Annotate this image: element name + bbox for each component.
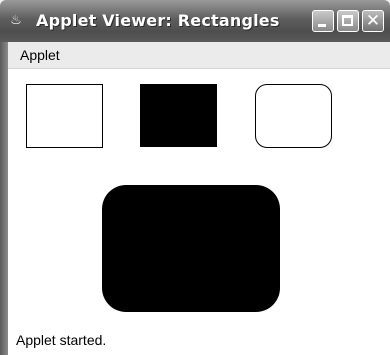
close-icon: ✕	[365, 11, 381, 31]
window-title: Applet Viewer: Rectangles	[36, 11, 280, 30]
status-text: Applet started.	[16, 332, 107, 348]
filled-rounded-rectangle	[102, 185, 280, 312]
outlined-rectangle	[26, 84, 103, 148]
java-cup-icon[interactable]: ♨	[8, 13, 24, 29]
filled-rectangle	[140, 84, 217, 147]
maximize-icon	[342, 15, 353, 26]
maximize-button[interactable]	[337, 10, 359, 32]
minimize-button[interactable]	[312, 10, 334, 32]
close-button[interactable]: ✕	[362, 10, 384, 32]
minimize-icon	[318, 24, 326, 27]
menu-applet[interactable]: Applet	[20, 47, 60, 63]
title-bar[interactable]: ♨ Applet Viewer: Rectangles ✕	[0, 0, 390, 42]
outlined-rounded-rectangle	[255, 84, 332, 148]
menu-bar: Applet	[8, 42, 390, 69]
applet-viewer-window: ♨ Applet Viewer: Rectangles ✕ Applet App…	[0, 0, 390, 355]
window-left-border	[0, 42, 8, 355]
